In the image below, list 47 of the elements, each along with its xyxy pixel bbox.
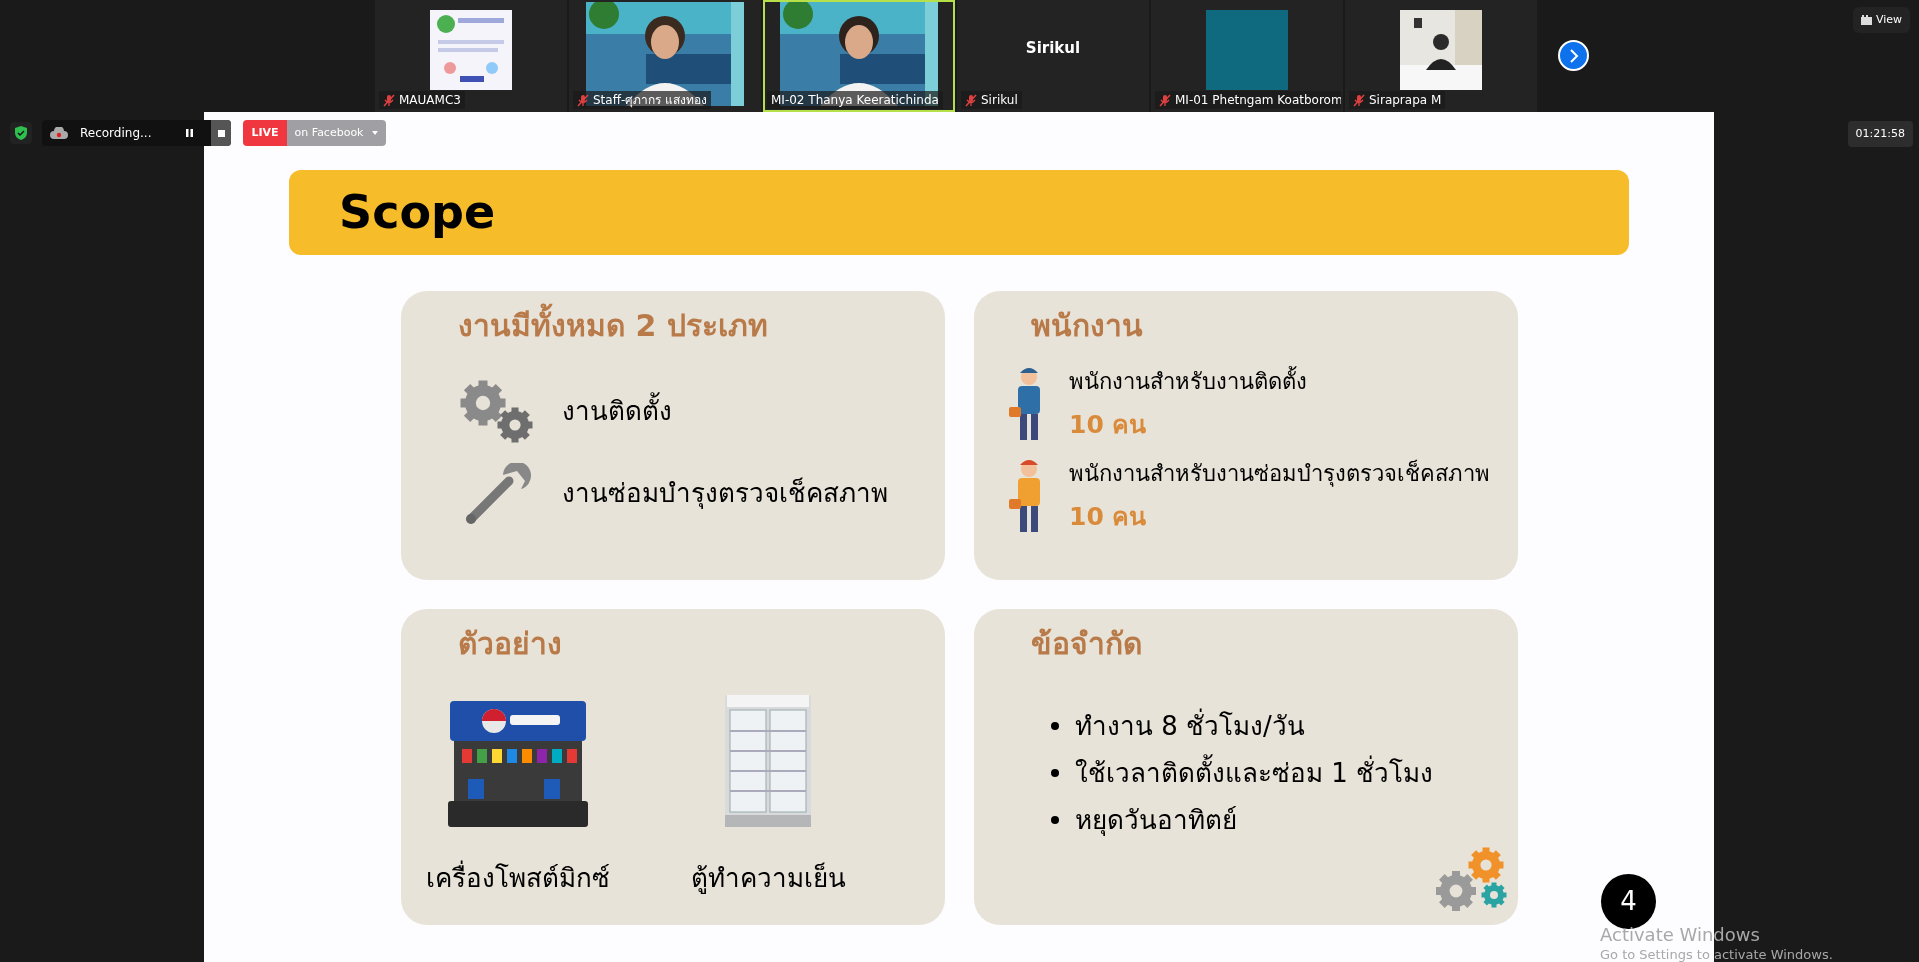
wrench-icon — [463, 462, 533, 525]
bullet-icon — [1051, 769, 1059, 777]
bullet-icon — [1051, 816, 1059, 824]
pause-icon — [185, 129, 193, 137]
cloud-record-icon — [50, 127, 68, 139]
bullet-icon — [1051, 722, 1059, 730]
grid-icon — [1860, 15, 1872, 25]
staff-label: พนักงานสำหรับงานซ่อมบำรุงตรวจเช็คสภาพ — [1069, 458, 1490, 489]
video-tile[interactable]: MI-02 Thanya Keeratichinda — [763, 0, 955, 112]
card-title: พนักงาน — [1031, 307, 1144, 345]
stop-icon — [217, 129, 225, 137]
video-tile[interactable]: Siraprapa M — [1345, 0, 1537, 112]
participant-display-name: Sirikul — [1025, 37, 1081, 59]
participant-name: Siraprapa M — [1369, 92, 1442, 109]
limit-text: หยุดวันอาทิตย์ — [1075, 803, 1237, 838]
task-label: งานติดตั้ง — [562, 392, 672, 431]
participant-name: MI-01 Phetngam Koatborom — [1175, 92, 1341, 109]
card-title: ข้อจำกัด — [1031, 625, 1143, 663]
slide-title: Scope — [339, 184, 496, 241]
participant-name: MI-02 Thanya Keeratichinda — [771, 92, 939, 109]
staff-count: 10 คน — [1069, 501, 1148, 534]
meeting-timer: 01:21:58 — [1847, 121, 1913, 147]
limit-text: ทำงาน 8 ชั่วโมง/วัน — [1075, 707, 1305, 743]
live-badge: LIVE — [243, 120, 287, 146]
video-tile[interactable]: MI-01 Phetngam Koatborom — [1151, 0, 1343, 112]
security-button[interactable] — [10, 122, 32, 144]
staff-count: 10 คน — [1069, 409, 1148, 442]
activation-hint: Go to Settings to activate Windows. — [1600, 946, 1833, 962]
task-label: งานซ่อมบำรุงตรวจเช็คสภาพ — [562, 476, 888, 511]
caret-icon — [371, 131, 378, 135]
view-button[interactable]: View — [1852, 7, 1910, 33]
participant-name: MAUAMC3 — [399, 92, 461, 109]
stop-button[interactable] — [211, 120, 232, 146]
participant-name: Staff-ศุภากร แสงทอง — [593, 92, 708, 109]
shield-icon — [15, 126, 27, 140]
card-title: ตัวอย่าง — [458, 625, 563, 663]
video-tile[interactable]: Sirikul Sirikul — [957, 0, 1149, 112]
next-page-button[interactable] — [1558, 40, 1589, 71]
recording-label: Recording... — [80, 125, 152, 142]
limit-text: ใช้เวลาติดตั้งและซ่อม 1 ชั่วโมง — [1075, 753, 1434, 793]
example-caption: ตู้ทำความเย็น — [690, 861, 846, 896]
video-tile[interactable]: MAUAMC3 — [375, 0, 567, 112]
video-tile[interactable]: Staff-ศุภากร แสงทอง — [569, 0, 761, 112]
example-caption: เครื่องโพสต์มิกซ์ — [426, 859, 610, 895]
participant-name: Sirikul — [981, 92, 1018, 109]
staff-label: พนักงานสำหรับงานติดตั้ง — [1069, 365, 1307, 399]
chevron-right-icon — [1568, 48, 1579, 63]
